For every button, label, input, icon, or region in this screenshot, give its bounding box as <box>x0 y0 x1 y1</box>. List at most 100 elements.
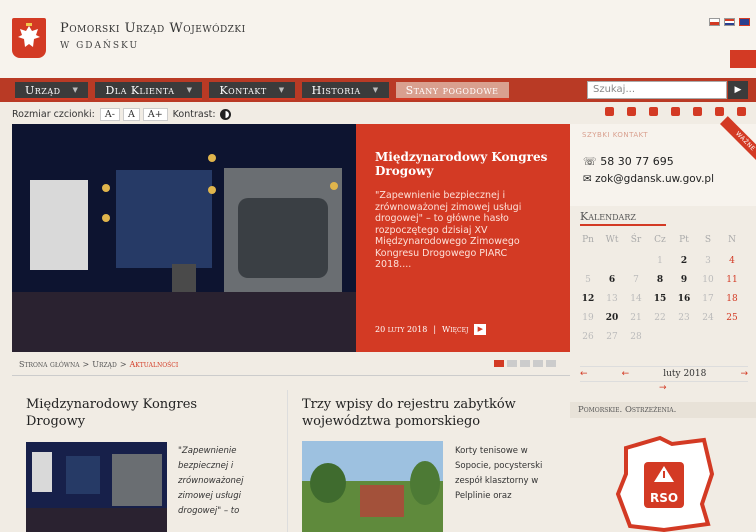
calendar-nav: ← ← luty 2018 → <box>580 366 748 382</box>
calendar-day[interactable]: 28 <box>624 332 648 351</box>
font-smaller-button[interactable]: A- <box>99 107 120 121</box>
slider-image[interactable] <box>12 124 356 352</box>
rso-warning-badge[interactable]: RSO <box>604 434 724 532</box>
calendar-day <box>624 256 648 275</box>
nav-item-urzad[interactable]: Urząd ▼ <box>15 82 89 100</box>
calendar-day <box>576 256 600 275</box>
calendar-day[interactable]: 18 <box>720 294 744 313</box>
calendar-weekdays: Pn Wt Śr Cz Pt S N <box>576 235 750 245</box>
facebook-icon[interactable] <box>737 107 746 116</box>
calendar-day[interactable]: 16 <box>672 294 696 313</box>
article-title[interactable]: Trzy wpisy do rejestru zabytków wojewódz… <box>302 396 552 430</box>
slider-dot[interactable] <box>507 360 517 367</box>
calendar-day[interactable]: 25 <box>720 313 744 332</box>
bip-icon[interactable] <box>605 107 614 116</box>
article-image[interactable] <box>302 441 443 532</box>
arrow-right-icon[interactable]: ▶ <box>474 324 487 335</box>
next-month-arrow-icon[interactable]: → <box>740 369 748 379</box>
en-flag-icon[interactable] <box>739 18 750 26</box>
search-button[interactable]: ▶ <box>728 81 748 99</box>
nav-item-kontakt[interactable]: Kontakt ▼ <box>209 82 295 100</box>
tree <box>410 461 440 505</box>
accessibility-toolbar: Rozmiar czcionki: A- A A+ Kontrast: <box>0 104 756 124</box>
breadcrumb-section[interactable]: Urząd <box>92 360 117 369</box>
slider-dot[interactable] <box>494 360 504 367</box>
slider-date: 20 luty 2018 <box>375 325 428 334</box>
nav-item-stany-pogodowe[interactable]: Stany pogodowe <box>395 82 509 100</box>
slider-description: "Zapewnienie bezpiecznej i zrównoważonej… <box>375 190 522 270</box>
contrast-label: Kontrast: <box>172 108 216 120</box>
light-spot <box>102 184 110 192</box>
chevron-down-icon: ▼ <box>186 86 193 94</box>
star-icon[interactable] <box>671 107 680 116</box>
warnings-title[interactable]: Pomorskie. Ostrzeżenia. <box>570 402 756 418</box>
weekday: S <box>704 235 712 245</box>
search-input[interactable]: Szukaj... <box>587 81 727 99</box>
slider-dot[interactable] <box>546 360 556 367</box>
stage <box>26 508 167 532</box>
nav-label: Urząd <box>25 83 61 97</box>
calendar-day[interactable]: 7 <box>624 275 648 294</box>
calendar-day <box>648 332 672 351</box>
rso-label: RSO <box>650 491 678 505</box>
calendar-day[interactable]: 20 <box>600 313 624 332</box>
calendar-day[interactable]: 9 <box>672 275 696 294</box>
nav-item-historia[interactable]: Historia ▼ <box>301 82 389 100</box>
coat-of-arms-logo[interactable] <box>12 18 46 58</box>
weekday: Wt <box>605 235 619 245</box>
calendar-day[interactable]: 17 <box>696 294 720 313</box>
brand-title[interactable]: Pomorski Urząd Wojewódzki <box>60 21 246 36</box>
sitemap-icon[interactable] <box>627 107 636 116</box>
calendar-day[interactable]: 2 <box>672 256 696 275</box>
font-normal-button[interactable]: A <box>122 107 140 121</box>
calendar-day[interactable]: 8 <box>648 275 672 294</box>
sign-language-flag-icon[interactable] <box>724 18 735 26</box>
calendar-day[interactable]: 23 <box>672 313 696 332</box>
calendar-day[interactable]: 27 <box>600 332 624 351</box>
calendar-day[interactable]: 24 <box>696 313 720 332</box>
calendar-day[interactable]: 11 <box>720 275 744 294</box>
weekday: Pt <box>679 235 689 245</box>
stage <box>12 292 356 352</box>
contact-email[interactable]: ✉ zok@gdansk.uw.gov.pl <box>583 173 714 185</box>
calendar-day[interactable]: 13 <box>600 294 624 313</box>
calendar-day[interactable]: 3 <box>696 256 720 275</box>
prev-year-arrow-icon[interactable]: ← <box>580 369 588 379</box>
social-icons <box>605 107 746 116</box>
quick-contact: SZYBKI KONTAKT ☏ 58 30 77 695 ✉ zok@gdan… <box>570 116 756 206</box>
calendar-day[interactable]: 19 <box>576 313 600 332</box>
phone-icon: ☏ <box>583 155 601 168</box>
eye-icon[interactable] <box>693 107 702 116</box>
slider-dot[interactable] <box>520 360 530 367</box>
article-image[interactable] <box>26 442 167 532</box>
light-spot <box>208 154 216 162</box>
calendar-day[interactable]: 22 <box>648 313 672 332</box>
important-ribbon[interactable]: WAŻNE <box>720 116 756 167</box>
calendar-day[interactable]: 4 <box>720 256 744 275</box>
calendar-day <box>600 256 624 275</box>
calendar-day[interactable]: 6 <box>600 275 624 294</box>
slider-title[interactable]: Międzynarodowy Kongres Drogowy <box>375 150 555 178</box>
nav-item-dla-klienta[interactable]: Dla Klienta ▼ <box>95 82 203 100</box>
chevron-down-icon: ▼ <box>72 86 79 94</box>
calendar-day[interactable]: 10 <box>696 275 720 294</box>
calendar-day[interactable]: 21 <box>624 313 648 332</box>
mail-icon[interactable] <box>649 107 658 116</box>
calendar-day[interactable]: 15 <box>648 294 672 313</box>
calendar-day[interactable]: 5 <box>576 275 600 294</box>
calendar-day[interactable]: 1 <box>648 256 672 275</box>
contrast-icon[interactable] <box>219 108 231 120</box>
audio-icon[interactable] <box>715 107 724 116</box>
article-title[interactable]: Międzynarodowy Kongres Drogowy <box>26 396 246 430</box>
slider-more-link[interactable]: Więcej <box>442 325 468 334</box>
today-arrow-icon[interactable]: → <box>659 383 667 393</box>
calendar-day[interactable]: 26 <box>576 332 600 351</box>
breadcrumb-home[interactable]: Strona główna <box>19 360 80 369</box>
calendar-day[interactable]: 14 <box>624 294 648 313</box>
pl-flag-icon[interactable] <box>709 18 720 26</box>
slider-dot[interactable] <box>533 360 543 367</box>
slider-caption: Międzynarodowy Kongres Drogowy "Zapewnie… <box>356 124 570 352</box>
calendar-day[interactable]: 12 <box>576 294 600 313</box>
prev-month-arrow-icon[interactable]: ← <box>622 369 630 379</box>
font-larger-button[interactable]: A+ <box>142 107 168 121</box>
